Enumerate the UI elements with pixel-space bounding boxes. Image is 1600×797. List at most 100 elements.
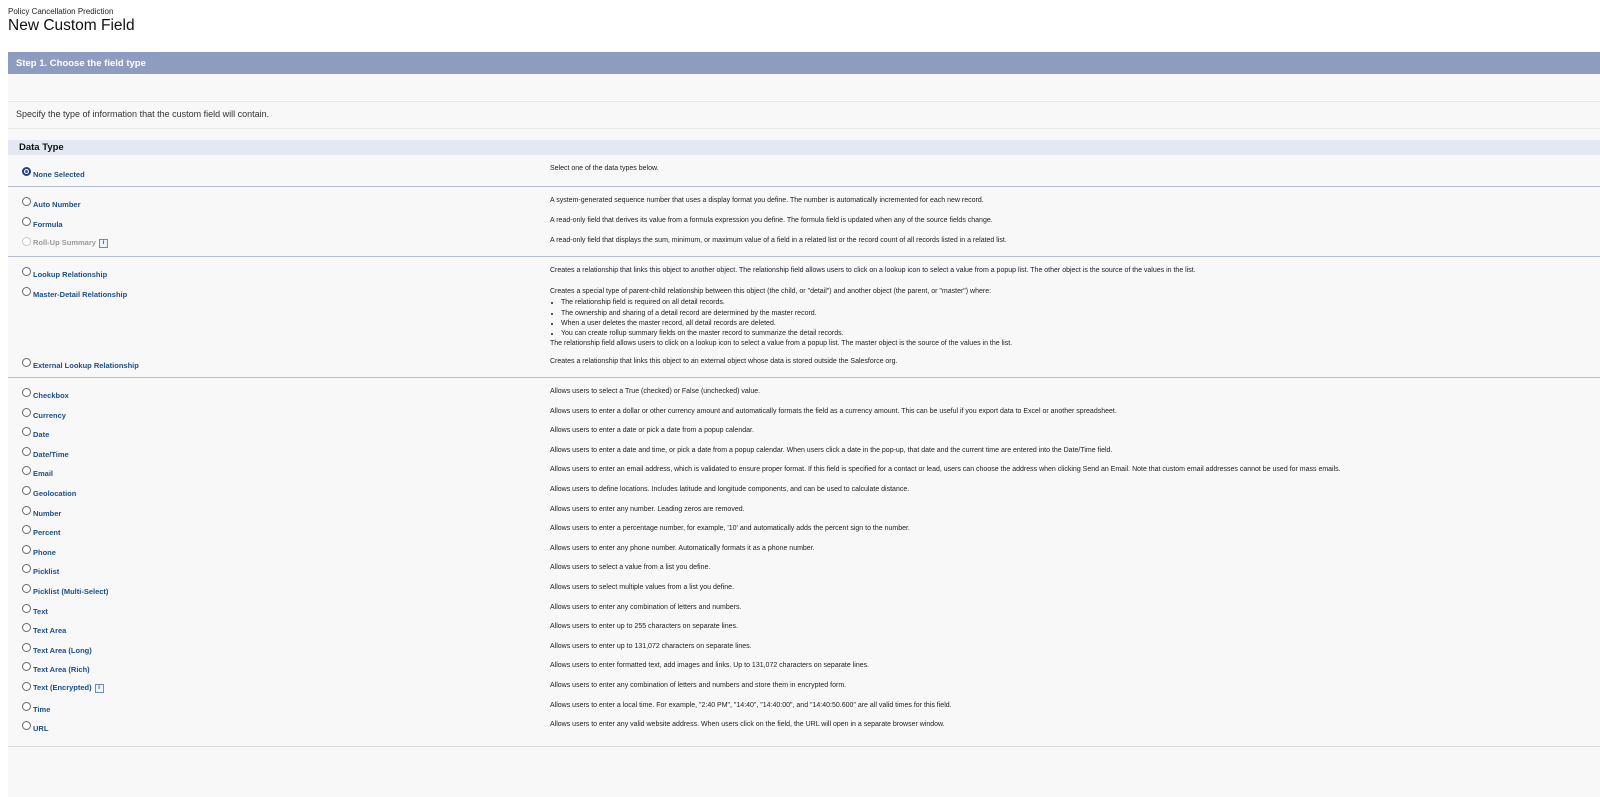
option-description: Allows users to select a True (checked) …: [550, 388, 761, 395]
option-auto-number[interactable]: Auto Number A system-generated sequence …: [8, 197, 1600, 215]
radio-text-area-long[interactable]: [22, 642, 31, 652]
option-email[interactable]: Email Allows users to enter an email addr…: [8, 466, 1600, 484]
option-label[interactable]: Geolocation: [33, 489, 76, 498]
option-text-area-long[interactable]: Text Area (Long) Allows users to enter up…: [8, 642, 1600, 661]
option-label[interactable]: Auto Number: [33, 200, 81, 209]
option-label-wrap[interactable]: Currency: [33, 411, 66, 420]
option-label[interactable]: Text Area: [33, 626, 66, 635]
option-text-area[interactable]: Text Area Allows users to enter up to 255…: [8, 623, 1600, 641]
option-label[interactable]: Formula: [33, 220, 63, 229]
option-label-wrap[interactable]: Text Area (Long): [33, 646, 92, 655]
option-label[interactable]: Text (Encrypted): [33, 683, 92, 692]
option-label[interactable]: Email: [33, 469, 53, 478]
radio-phone[interactable]: [22, 544, 31, 554]
list-item: You can create rollup summary fields on …: [561, 329, 1012, 339]
option-picklist[interactable]: Picklist Allows users to select a value f…: [8, 564, 1600, 582]
radio-text-area-rich[interactable]: [22, 662, 31, 672]
info-icon[interactable]: i: [98, 239, 108, 248]
option-label[interactable]: Currency: [33, 411, 66, 420]
option-label-wrap[interactable]: Text Area: [33, 626, 66, 635]
option-text-encrypted[interactable]: Text (Encrypted) i Allows users to enter a…: [8, 682, 1600, 700]
radio-number[interactable]: [22, 505, 31, 515]
radio-currency[interactable]: [22, 407, 31, 417]
option-external-lookup-relationship[interactable]: External Lookup Relationship Creates a r…: [8, 358, 1600, 376]
option-text[interactable]: Text Allows users to enter any combinatio…: [8, 603, 1600, 622]
option-label[interactable]: Number: [33, 509, 61, 518]
radio-formula[interactable]: [22, 217, 31, 226]
radio-percent[interactable]: [22, 525, 31, 535]
option-label-wrap[interactable]: Text (Encrypted) i: [33, 683, 104, 693]
option-percent[interactable]: Percent Allows users to enter a percentag…: [8, 525, 1600, 543]
option-label[interactable]: Text: [33, 607, 48, 616]
option-text-area-rich[interactable]: Text Area (Rich) Allows users to enter fo…: [8, 662, 1600, 680]
option-label-wrap[interactable]: Geolocation: [33, 489, 76, 498]
option-label[interactable]: Picklist: [33, 567, 59, 576]
option-description: Allows users to define locations. Includ…: [550, 486, 910, 493]
option-label[interactable]: Checkbox: [33, 391, 69, 400]
option-lookup-relationship[interactable]: Lookup Relationship Creates a relationsh…: [8, 267, 1600, 285]
option-master-detail-relationship[interactable]: Master-Detail Relationship Creates a spe…: [8, 287, 1600, 351]
radio-text-encrypted[interactable]: [22, 682, 31, 691]
radio-date-time[interactable]: [22, 446, 31, 456]
option-label[interactable]: URL: [33, 724, 48, 733]
radio-master-detail-relationship[interactable]: [22, 287, 31, 296]
option-label-wrap[interactable]: Phone: [33, 548, 56, 557]
option-label[interactable]: Lookup Relationship: [33, 270, 107, 279]
option-date[interactable]: Date Allows users to enter a date or pick…: [8, 427, 1600, 445]
option-formula[interactable]: Formula A read-only field that derives i…: [8, 217, 1600, 235]
option-label-wrap[interactable]: Email: [33, 469, 53, 478]
option-label-wrap[interactable]: Time: [33, 705, 50, 714]
option-currency[interactable]: Currency Allows users to enter a dollar o…: [8, 407, 1600, 426]
option-number[interactable]: Number Allows users to enter any number. …: [8, 505, 1600, 524]
option-label[interactable]: Time: [33, 705, 50, 714]
option-label-wrap[interactable]: Date: [33, 430, 49, 439]
radio-text[interactable]: [22, 603, 31, 613]
option-label-wrap[interactable]: Text Area (Rich): [33, 665, 90, 674]
radio-picklist-multi-select[interactable]: [22, 584, 31, 593]
option-description: A read-only field that derives its value…: [550, 217, 993, 224]
radio-checkbox[interactable]: [22, 388, 31, 397]
option-description: Creates a relationship that links this o…: [550, 358, 898, 365]
option-label[interactable]: Picklist (Multi-Select): [33, 587, 108, 596]
radio-time[interactable]: [22, 701, 31, 711]
radio-none-selected[interactable]: [22, 167, 31, 176]
option-label-wrap[interactable]: URL: [33, 724, 48, 733]
option-label[interactable]: None Selected: [33, 170, 85, 179]
option-label[interactable]: Text Area (Long): [33, 646, 92, 655]
option-label[interactable]: Date: [33, 430, 49, 439]
option-label[interactable]: Phone: [33, 548, 56, 557]
radio-url[interactable]: [22, 721, 31, 731]
radio-auto-number[interactable]: [22, 197, 31, 206]
option-checkbox[interactable]: Checkbox Allows users to select a True (c…: [8, 388, 1600, 406]
radio-geolocation[interactable]: [22, 486, 31, 495]
option-geolocation[interactable]: Geolocation Allows users to define locati…: [8, 486, 1600, 504]
option-label[interactable]: Master-Detail Relationship: [33, 290, 127, 299]
option-label-wrap[interactable]: Number: [33, 509, 61, 518]
option-time[interactable]: Time Allows users to enter a local time. …: [8, 701, 1600, 720]
radio-email[interactable]: [22, 466, 31, 476]
info-icon[interactable]: i: [94, 684, 104, 693]
radio-date[interactable]: [22, 427, 31, 437]
option-phone[interactable]: Phone Allows users to enter any phone num…: [8, 544, 1600, 563]
option-none-selected[interactable]: None Selected Select one of the data typ…: [8, 165, 1600, 183]
radio-picklist[interactable]: [22, 564, 31, 574]
radio-text-area[interactable]: [22, 623, 31, 633]
option-label[interactable]: External Lookup Relationship: [33, 361, 139, 370]
option-label-wrap[interactable]: Checkbox: [33, 391, 69, 400]
option-url[interactable]: URL Allows users to enter any valid websi…: [8, 721, 1600, 739]
option-description: Allows users to enter a local time. For …: [550, 701, 952, 709]
option-label-wrap[interactable]: Text: [33, 607, 48, 616]
option-label[interactable]: Percent: [33, 528, 61, 537]
option-date-time[interactable]: Date/Time Allows users to enter a date an…: [8, 446, 1600, 465]
option-label-wrap[interactable]: Picklist: [33, 567, 59, 576]
option-description: Allows users to enter an email address, …: [550, 466, 1341, 474]
master-detail-intro: Creates a special type of parent-child r…: [550, 288, 992, 295]
radio-lookup-relationship[interactable]: [22, 267, 31, 276]
option-label[interactable]: Date/Time: [33, 450, 69, 459]
option-label[interactable]: Text Area (Rich): [33, 665, 90, 674]
option-label-wrap[interactable]: Picklist (Multi-Select): [33, 587, 108, 596]
radio-external-lookup-relationship[interactable]: [22, 358, 31, 367]
option-label-wrap[interactable]: Date/Time: [33, 450, 69, 459]
option-picklist-multi-select[interactable]: Picklist (Multi-Select) Allows users to s…: [8, 584, 1600, 602]
option-label-wrap[interactable]: Percent: [33, 528, 61, 537]
